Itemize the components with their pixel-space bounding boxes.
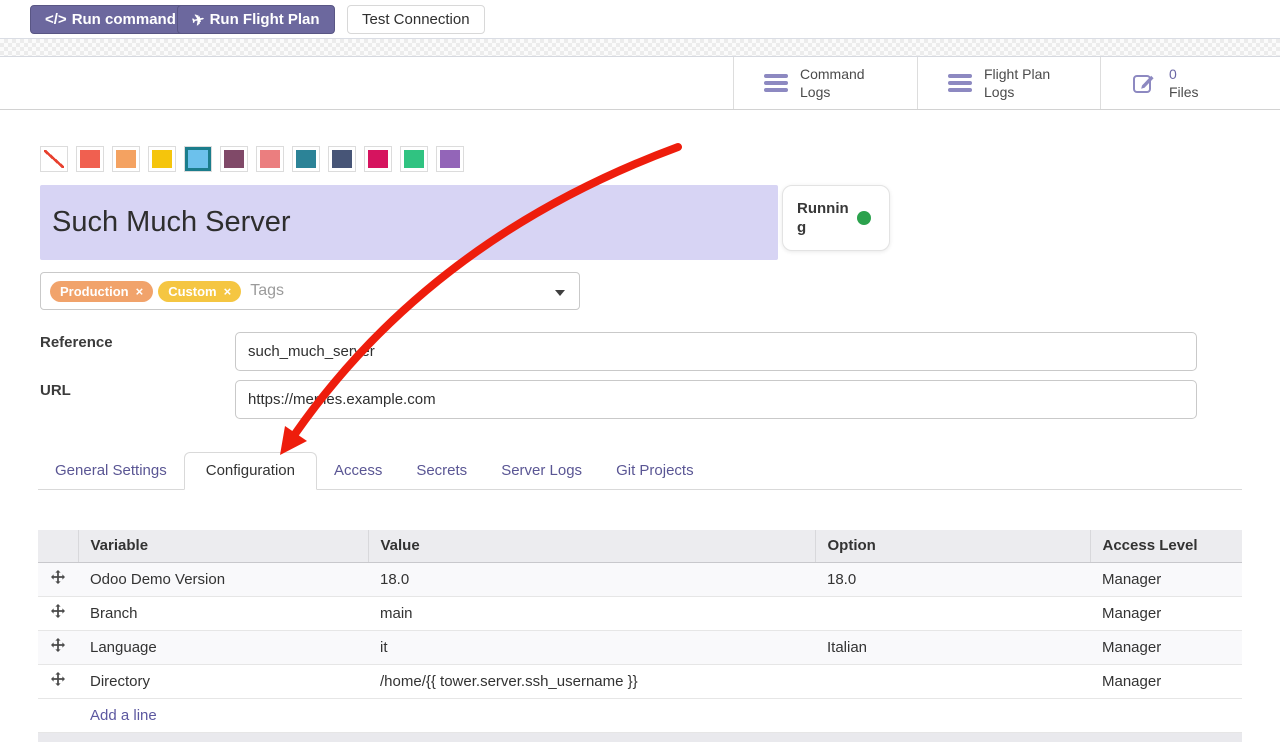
column-header-access-level[interactable]: Access Level (1090, 530, 1242, 562)
table-row[interactable]: Language it Italian Manager (38, 630, 1242, 664)
status-dot-green (857, 211, 871, 225)
flight-plan-logs-label: Flight Plan Logs (984, 65, 1058, 101)
column-header-variable[interactable]: Variable (78, 530, 368, 562)
run-command-button[interactable]: </> Run command (30, 5, 191, 34)
status-badge[interactable]: Running (782, 185, 890, 251)
color-swatch-orange[interactable] (112, 146, 140, 172)
cell-value[interactable]: main (368, 596, 815, 630)
stat-buttons: Command Logs Flight Plan Logs 0 Files (733, 57, 1280, 109)
color-swatch-purple[interactable] (436, 146, 464, 172)
color-swatch-salmon[interactable] (256, 146, 284, 172)
tag-custom[interactable]: Custom × (158, 281, 241, 302)
files-count: 0 (1169, 65, 1199, 83)
test-connection-button[interactable]: Test Connection (347, 5, 485, 34)
drag-handle-icon[interactable] (51, 604, 65, 618)
reference-label: Reference (40, 334, 113, 351)
color-swatch-red[interactable] (76, 146, 104, 172)
notebook-tabs: General Settings Configuration Access Se… (38, 452, 1242, 490)
edit-icon (1131, 71, 1157, 95)
cell-access-level[interactable]: Manager (1090, 630, 1242, 664)
code-icon: </> (45, 11, 67, 28)
drag-handle-icon[interactable] (51, 672, 65, 686)
color-swatch-magenta[interactable] (364, 146, 392, 172)
drag-column-header (38, 530, 78, 562)
tag-remove-icon[interactable]: × (136, 284, 144, 299)
table-footer-strip (38, 733, 1242, 742)
cell-access-level[interactable]: Manager (1090, 562, 1242, 596)
annotation-arrow-head (280, 426, 307, 455)
table-row[interactable]: Branch main Manager (38, 596, 1242, 630)
chevron-down-icon[interactable] (555, 290, 565, 296)
list-icon (764, 74, 788, 92)
cell-option[interactable] (815, 596, 1090, 630)
color-swatch-navy[interactable] (328, 146, 356, 172)
cell-option[interactable]: Italian (815, 630, 1090, 664)
url-label: URL (40, 382, 71, 399)
form-header-band: Command Logs Flight Plan Logs 0 Files (0, 57, 1280, 110)
cell-value[interactable]: it (368, 630, 815, 664)
cell-variable[interactable]: Language (78, 630, 368, 664)
table-row[interactable]: Directory /home/{{ tower.server.ssh_user… (38, 664, 1242, 698)
tag-label: Custom (168, 284, 216, 299)
cell-value[interactable]: /home/{{ tower.server.ssh_username }} (368, 664, 815, 698)
tags-input[interactable]: Production × Custom × Tags (40, 272, 580, 310)
run-flight-plan-label: Run Flight Plan (210, 11, 320, 28)
tag-production[interactable]: Production × (50, 281, 153, 302)
flight-plan-logs-stat-button[interactable]: Flight Plan Logs (917, 57, 1100, 109)
column-header-option[interactable]: Option (815, 530, 1090, 562)
table-header-row: Variable Value Option Access Level (38, 530, 1242, 562)
tab-access[interactable]: Access (317, 452, 399, 489)
command-logs-label: Command Logs (800, 65, 874, 101)
test-connection-label: Test Connection (362, 11, 470, 28)
files-label: Files (1169, 83, 1199, 101)
record-title-field[interactable]: Such Much Server (40, 185, 778, 260)
tag-label: Production (60, 284, 129, 299)
tag-remove-icon[interactable]: × (224, 284, 232, 299)
cell-variable[interactable]: Branch (78, 596, 368, 630)
cell-variable[interactable]: Directory (78, 664, 368, 698)
list-icon (948, 74, 972, 92)
cell-access-level[interactable]: Manager (1090, 664, 1242, 698)
status-label: Running (797, 199, 849, 238)
tags-placeholder: Tags (250, 282, 284, 300)
run-flight-plan-button[interactable]: ✈ Run Flight Plan (177, 5, 335, 34)
run-command-label: Run command (72, 11, 176, 28)
page-title: Such Much Server (40, 206, 291, 239)
tab-secrets[interactable]: Secrets (399, 452, 484, 489)
tab-configuration[interactable]: Configuration (184, 452, 317, 490)
cell-access-level[interactable]: Manager (1090, 596, 1242, 630)
cell-option[interactable] (815, 664, 1090, 698)
files-stat-button[interactable]: 0 Files (1100, 57, 1280, 109)
tab-git-projects[interactable]: Git Projects (599, 452, 711, 489)
reference-field[interactable] (235, 332, 1197, 371)
color-palette (40, 146, 464, 172)
tab-general-settings[interactable]: General Settings (38, 452, 184, 489)
color-swatch-yellow[interactable] (148, 146, 176, 172)
plane-icon: ✈ (190, 9, 206, 29)
column-header-value[interactable]: Value (368, 530, 815, 562)
cell-value[interactable]: 18.0 (368, 562, 815, 596)
configuration-table: Variable Value Option Access Level Odoo … (38, 530, 1242, 733)
tab-server-logs[interactable]: Server Logs (484, 452, 599, 489)
drag-handle-icon[interactable] (51, 570, 65, 584)
cell-variable[interactable]: Odoo Demo Version (78, 562, 368, 596)
background-texture-strip (0, 38, 1280, 57)
color-swatch-teal[interactable] (292, 146, 320, 172)
command-logs-stat-button[interactable]: Command Logs (733, 57, 917, 109)
color-swatch-lightblue-selected[interactable] (184, 146, 212, 172)
url-field[interactable] (235, 380, 1197, 419)
color-swatch-green[interactable] (400, 146, 428, 172)
drag-handle-icon[interactable] (51, 638, 65, 652)
table-row[interactable]: Odoo Demo Version 18.0 18.0 Manager (38, 562, 1242, 596)
color-swatch-plum[interactable] (220, 146, 248, 172)
add-a-line-link[interactable]: Add a line (90, 707, 157, 724)
color-swatch-none[interactable] (40, 146, 68, 172)
app-window: </> Run command ✈ Run Flight Plan Test C… (0, 0, 1280, 742)
cell-option[interactable]: 18.0 (815, 562, 1090, 596)
add-line-row: Add a line (38, 698, 1242, 732)
